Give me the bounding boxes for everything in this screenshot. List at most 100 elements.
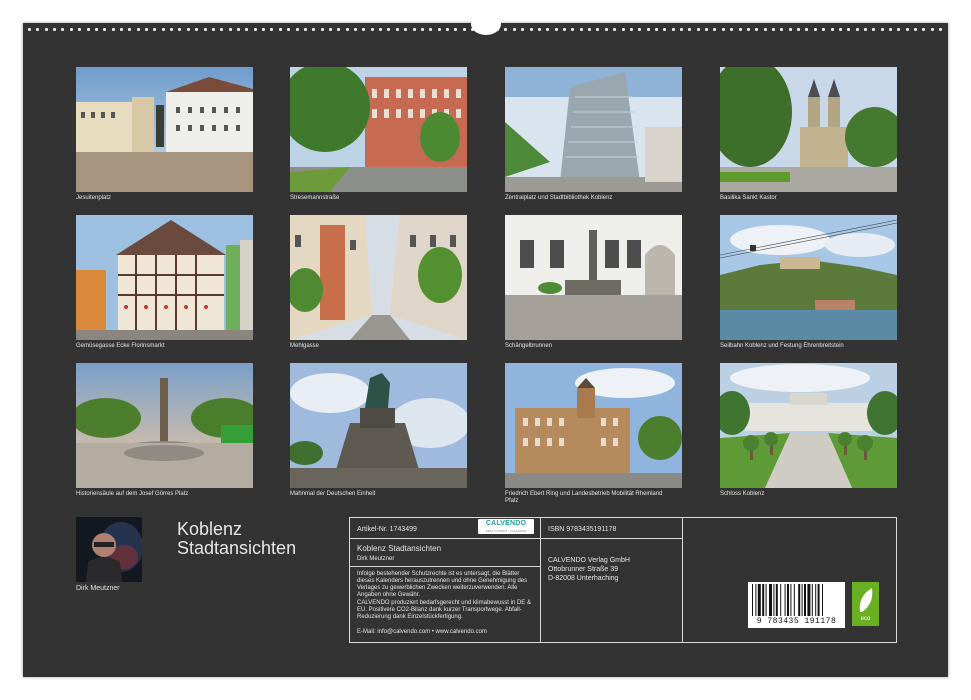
calvendo-tagline: BEST IN PRINT · CALENDAR [485, 529, 527, 533]
calendar-title: Koblenz Stadtansichten [177, 520, 296, 558]
binding-hole [880, 27, 884, 31]
binding-hole [939, 27, 943, 31]
binding-hole [713, 27, 717, 31]
binding-hole [295, 27, 299, 31]
photo-caption: Mahnmal der Deutschen Einheit [290, 491, 376, 497]
binding-hole [646, 27, 650, 31]
calvendo-badge: CALVENDO BEST IN PRINT · CALENDAR [478, 519, 534, 534]
binding-hole [663, 27, 667, 31]
barcode-bar [775, 584, 778, 616]
binding-hole [262, 27, 266, 31]
photo-caption: Zentralplatz und Stadtbibliothek Koblenz [505, 195, 613, 201]
binding-hole [153, 27, 157, 31]
binding-hole [855, 27, 859, 31]
binding-hole [671, 27, 675, 31]
photo-tile-5: Gemüsegasse Ecke Florinsmarkt [76, 215, 253, 350]
barcode-bar [804, 584, 806, 616]
binding-hole [797, 27, 801, 31]
friedrich-ebert-ring-photo [505, 363, 682, 488]
photo-tile-8: Seilbahn Koblenz und Festung Ehrenbreits… [720, 215, 897, 350]
binding-hole [521, 27, 525, 31]
binding-hole [771, 27, 775, 31]
contact-info: E-Mail: info@calvendo.com • www.calvendo… [357, 629, 487, 635]
publisher-address: CALVENDO Verlag GmbH Ottobrunner Straße … [548, 556, 630, 583]
photo-tile-12: Schloss Koblenz [720, 363, 897, 498]
barcode-bar [801, 584, 803, 616]
binding-hole [370, 27, 374, 31]
binding-hole [28, 27, 31, 31]
photo-caption: Seilbahn Koblenz und Festung Ehrenbreits… [720, 343, 844, 349]
jesuitenplatz-photo [76, 67, 253, 192]
binding-hole [161, 27, 165, 31]
binding-hole [838, 27, 842, 31]
binding-hole [278, 27, 282, 31]
binding-hole [780, 27, 784, 31]
publisher-name: CALVENDO Verlag GmbH [548, 557, 630, 564]
binding-hole [805, 27, 809, 31]
photo-tile-11: Friedrich Ebert Ring und Landesbetrieb M… [505, 363, 682, 505]
barcode-bar [780, 584, 782, 616]
binding-hole [328, 27, 332, 31]
calvendo-logo: CALVENDO [485, 520, 527, 527]
binding-hole [61, 27, 65, 31]
photo-caption: Schloss Koblenz [720, 491, 765, 497]
binding-hole [512, 27, 516, 31]
barcode-bar [752, 584, 753, 616]
barcode-bar [815, 584, 817, 616]
photo-caption: Historiensäule auf dem Josef Görres Plat… [76, 491, 189, 497]
binding-hole [730, 27, 734, 31]
title-line-2: Stadtansichten [177, 538, 297, 558]
binding-hole [537, 27, 541, 31]
binding-hole [688, 27, 692, 31]
binding-hole [253, 27, 257, 31]
binding-hole [579, 27, 583, 31]
binding-hole [889, 27, 893, 31]
binding-hole [36, 27, 40, 31]
photo-tile-9: Historiensäule auf dem Josef Görres Plat… [76, 363, 253, 498]
binding-hole [228, 27, 232, 31]
barcode-bar [769, 584, 772, 616]
binding-hole [395, 27, 399, 31]
binding-hole [755, 27, 759, 31]
eco-notice: CALVENDO produziert bedarfsgerecht und k… [357, 600, 531, 620]
mehlgasse-photo [290, 215, 467, 340]
binding-hole [429, 27, 433, 31]
barcode-bar [798, 584, 801, 616]
binding-hole [211, 27, 215, 31]
photo-caption: Gemüsegasse Ecke Florinsmarkt [76, 343, 165, 349]
divider [541, 538, 683, 539]
binding-hole [337, 27, 341, 31]
binding-hole [345, 27, 349, 31]
binding-hole [563, 27, 566, 31]
barcode-bar [762, 584, 765, 616]
binding-hole [69, 27, 73, 31]
binding-hole [320, 27, 324, 31]
author-portrait [76, 517, 142, 582]
binding-hole [654, 27, 658, 31]
binding-hole [287, 27, 291, 31]
photo-tile-1: Jesuitenplatz [76, 67, 253, 202]
binding-hole [412, 27, 416, 31]
binding-hole [178, 27, 182, 31]
binding-hole [571, 27, 575, 31]
binding-hole [454, 27, 458, 31]
binding-hole [588, 27, 592, 31]
binding-hole [721, 27, 725, 31]
binding-hole [53, 27, 57, 31]
binding-hole [596, 27, 600, 31]
seilbahn-photo [720, 215, 897, 340]
photo-tile-3: Zentralplatz und Stadtbibliothek Koblenz [505, 67, 682, 202]
binding-hole [738, 27, 742, 31]
barcode-number: 9 783435 191178 [748, 617, 845, 626]
binding-hole [420, 27, 424, 31]
binding-hole [236, 27, 240, 31]
basilika-photo [720, 67, 897, 192]
binding-hole [404, 27, 408, 31]
binding-hole [245, 27, 249, 31]
binding-hole [863, 27, 867, 31]
barcode-bar [755, 584, 757, 616]
binding-hole [387, 27, 391, 31]
binding-hole [94, 27, 98, 31]
publisher-street: Ottobrunner Straße 39 [548, 566, 619, 573]
binding-hole [437, 27, 441, 31]
